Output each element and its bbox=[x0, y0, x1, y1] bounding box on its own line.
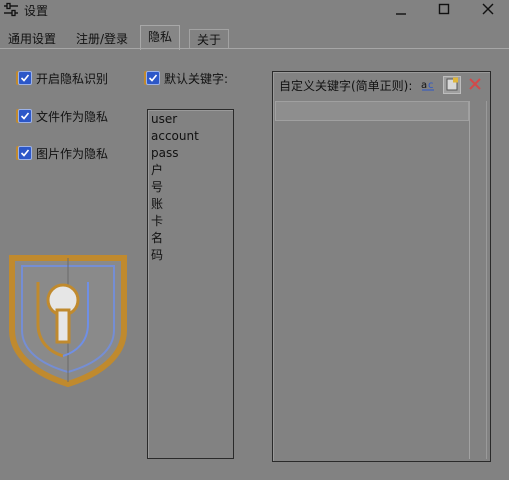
list-item: user bbox=[151, 112, 178, 126]
regex-button[interactable]: a c bbox=[419, 76, 437, 94]
tab-bar: 通用设置 注册/登录 隐私 关于 bbox=[0, 25, 509, 50]
list-item: pass bbox=[151, 146, 179, 160]
window-title: 设置 bbox=[24, 4, 49, 18]
files-private-label: 文件作为隐私 bbox=[36, 109, 109, 124]
title-bar: 设置 bbox=[0, 0, 509, 20]
list-item: 卡 bbox=[151, 214, 164, 228]
delete-icon bbox=[468, 77, 482, 94]
custom-keywords-panel: 自定义关键字(简单正则): a c bbox=[272, 71, 491, 462]
add-keyword-button[interactable] bbox=[443, 76, 461, 94]
custom-keywords-grid-header[interactable] bbox=[275, 101, 469, 121]
tab-general[interactable]: 通用设置 bbox=[4, 29, 60, 49]
images-private-label: 图片作为隐私 bbox=[36, 146, 109, 161]
default-keywords-list[interactable]: user account pass 户 号 账 卡 名 码 bbox=[147, 109, 234, 459]
maximize-icon bbox=[438, 3, 450, 18]
list-item: account bbox=[151, 129, 199, 143]
list-item: 号 bbox=[151, 180, 164, 194]
maximize-button[interactable] bbox=[429, 0, 459, 20]
tab-register-login[interactable]: 注册/登录 bbox=[70, 29, 134, 49]
checkbox-checked-icon[interactable] bbox=[18, 146, 32, 160]
tab-privacy[interactable]: 隐私 bbox=[140, 25, 180, 50]
svg-text:a: a bbox=[421, 80, 427, 91]
images-private-option[interactable]: 图片作为隐私 bbox=[18, 144, 108, 162]
sliders-icon bbox=[3, 2, 19, 18]
custom-keywords-title: 自定义关键字(简单正则): bbox=[279, 79, 413, 93]
add-item-icon bbox=[445, 77, 459, 94]
checkbox-checked-icon[interactable] bbox=[146, 71, 160, 85]
checkbox-checked-icon[interactable] bbox=[18, 71, 32, 85]
list-item: 户 bbox=[151, 163, 164, 177]
close-button[interactable] bbox=[473, 0, 503, 20]
list-item: 账 bbox=[151, 197, 164, 211]
delete-keyword-button[interactable] bbox=[466, 76, 484, 94]
default-keywords-label: 默认关键字: bbox=[164, 71, 229, 86]
svg-text:c: c bbox=[428, 80, 434, 91]
enable-privacy-label: 开启隐私识别 bbox=[36, 71, 109, 86]
tab-about[interactable]: 关于 bbox=[189, 29, 229, 49]
tab-divider bbox=[0, 48, 509, 49]
checkbox-checked-icon[interactable] bbox=[18, 109, 32, 123]
minimize-button[interactable] bbox=[386, 0, 416, 20]
default-keywords-option[interactable]: 默认关键字: bbox=[146, 69, 228, 87]
enable-privacy-option[interactable]: 开启隐私识别 bbox=[18, 69, 108, 87]
grid-column-divider bbox=[469, 101, 470, 459]
shield-lock-icon bbox=[8, 252, 128, 388]
grid-scrollbar[interactable] bbox=[486, 101, 487, 459]
minimize-icon bbox=[395, 3, 407, 18]
files-private-option[interactable]: 文件作为隐私 bbox=[18, 107, 108, 125]
regex-icon: a c bbox=[420, 76, 436, 95]
list-item: 码 bbox=[151, 248, 164, 262]
close-icon bbox=[482, 3, 494, 18]
list-item: 名 bbox=[151, 231, 164, 245]
